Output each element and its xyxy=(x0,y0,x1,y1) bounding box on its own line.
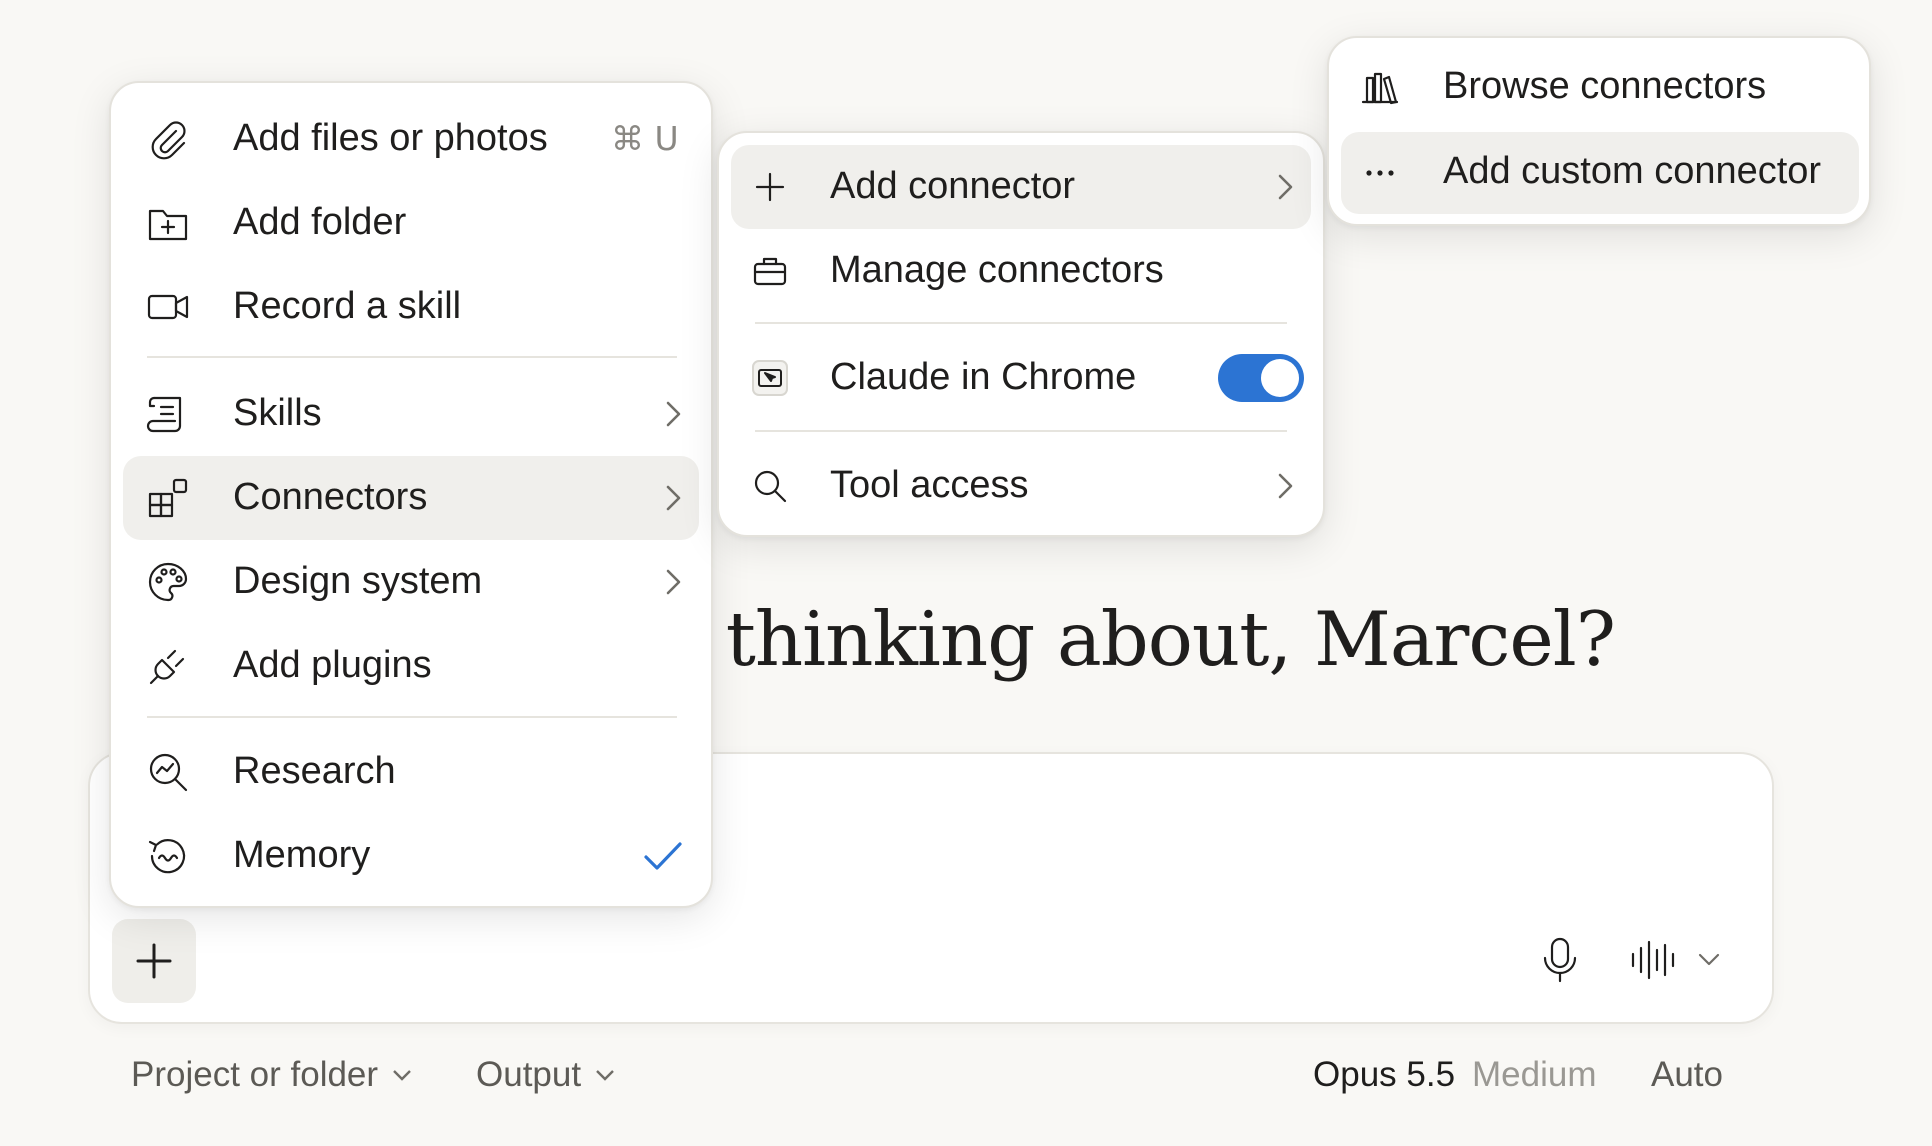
project-dropdown[interactable]: Project or folder xyxy=(131,1055,412,1095)
chevron-down-icon xyxy=(596,1070,614,1081)
menu-item-tool-access[interactable]: Tool access xyxy=(731,444,1311,528)
output-dropdown[interactable]: Output xyxy=(476,1055,615,1095)
plus-icon xyxy=(136,943,172,979)
menu-item-connectors[interactable]: Connectors xyxy=(123,456,699,540)
model-selector[interactable]: Opus 5.5 xyxy=(1313,1055,1455,1095)
menu-item-design-system[interactable]: Design system xyxy=(123,540,699,624)
menu-item-label: Research xyxy=(233,750,396,792)
menu-item-label: Add plugins xyxy=(233,644,432,686)
menu-item-research[interactable]: Research xyxy=(123,730,699,814)
menu-divider xyxy=(755,430,1287,432)
mode-selector[interactable]: Auto xyxy=(1651,1055,1723,1095)
connectors-submenu: Add connector Manage connectors Claude i… xyxy=(717,131,1325,537)
menu-divider xyxy=(147,716,677,718)
briefcase-icon xyxy=(747,248,793,294)
menu-item-label: Claude in Chrome xyxy=(830,356,1137,398)
chevron-right-icon xyxy=(659,400,687,428)
chevron-down-icon xyxy=(393,1070,411,1081)
composer-plus-button[interactable] xyxy=(112,919,196,1003)
menu-divider xyxy=(147,356,677,358)
waveform-icon xyxy=(1631,940,1675,980)
menu-item-add-custom-connector[interactable]: Add custom connector xyxy=(1341,132,1859,214)
menu-item-claude-in-chrome[interactable]: Claude in Chrome xyxy=(731,336,1311,420)
chevron-right-icon xyxy=(659,568,687,596)
menu-item-add-connector[interactable]: Add connector xyxy=(731,145,1311,229)
main-add-menu: Add files or photos ⌘ U Add folder Recor… xyxy=(109,81,713,908)
research-magnifier-icon xyxy=(145,749,191,795)
video-camera-icon xyxy=(145,284,191,330)
palette-icon xyxy=(145,559,191,605)
chevron-down-icon xyxy=(1698,953,1720,966)
menu-divider xyxy=(755,322,1287,324)
menu-item-label: Add custom connector xyxy=(1443,150,1822,192)
menu-item-label: Add folder xyxy=(233,201,407,243)
scroll-icon xyxy=(145,391,191,437)
menu-item-add-plugins[interactable]: Add plugins xyxy=(123,624,699,708)
microphone-icon xyxy=(1543,937,1577,983)
more-dots-icon xyxy=(1357,150,1403,196)
project-dropdown-label: Project or folder xyxy=(131,1055,379,1094)
voice-mode-button[interactable] xyxy=(1630,936,1740,984)
search-icon xyxy=(747,463,793,509)
menu-item-manage-connectors[interactable]: Manage connectors xyxy=(731,229,1311,313)
memory-history-icon xyxy=(145,833,191,879)
menu-item-label: Design system xyxy=(233,560,483,602)
menu-item-memory[interactable]: Memory xyxy=(123,814,699,898)
browser-cursor-icon xyxy=(747,355,793,401)
menu-item-label: Record a skill xyxy=(233,285,462,327)
menu-item-add-files[interactable]: Add files or photos ⌘ U xyxy=(123,99,699,179)
greeting-heading: e thinking about, Marcel? xyxy=(659,595,1616,683)
chevron-right-icon xyxy=(659,484,687,512)
connectors-blocks-icon xyxy=(145,475,191,521)
menu-item-label: Browse connectors xyxy=(1443,65,1767,107)
claude-in-chrome-toggle[interactable] xyxy=(1218,354,1304,402)
menu-item-record-skill[interactable]: Record a skill xyxy=(123,267,699,347)
library-books-icon xyxy=(1357,65,1403,111)
menu-item-label: Skills xyxy=(233,392,322,434)
chevron-right-icon xyxy=(1271,472,1299,500)
menu-item-skills[interactable]: Skills xyxy=(123,372,699,456)
menu-item-label: Connectors xyxy=(233,476,428,518)
plug-icon xyxy=(145,643,191,689)
menu-item-browse-connectors[interactable]: Browse connectors xyxy=(1341,48,1859,128)
plus-icon xyxy=(747,164,793,210)
paperclip-icon xyxy=(145,116,191,162)
menu-item-label: Add connector xyxy=(830,165,1076,207)
microphone-button[interactable] xyxy=(1536,936,1584,984)
toggle-knob xyxy=(1261,359,1299,397)
output-dropdown-label: Output xyxy=(476,1055,582,1094)
folder-plus-icon xyxy=(145,200,191,246)
checkmark-icon xyxy=(643,836,683,876)
menu-item-label: Manage connectors xyxy=(830,249,1164,291)
add-connector-submenu: Browse connectors Add custom connector xyxy=(1327,36,1871,226)
menu-item-label: Memory xyxy=(233,834,371,876)
menu-item-label: Tool access xyxy=(830,464,1029,506)
menu-item-add-folder[interactable]: Add folder xyxy=(123,183,699,263)
effort-selector[interactable]: Medium xyxy=(1472,1055,1596,1095)
shortcut-hint: ⌘ U xyxy=(611,119,679,158)
menu-item-label: Add files or photos xyxy=(233,117,548,159)
chevron-right-icon xyxy=(1271,173,1299,201)
